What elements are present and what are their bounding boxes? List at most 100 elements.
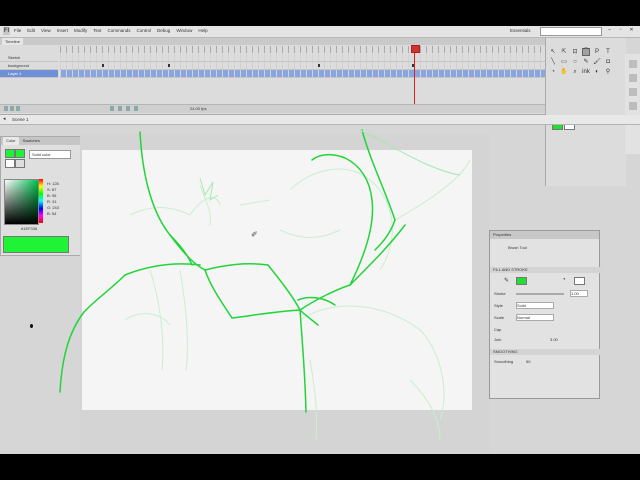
menu-insert[interactable]: Insert	[57, 28, 68, 33]
stroke-color-swatch[interactable]	[516, 277, 527, 285]
tab-swatches[interactable]: Swatches	[23, 137, 40, 145]
frame-row[interactable]	[60, 54, 545, 62]
ink-bottle-tool-icon[interactable]: ink	[582, 68, 590, 76]
tab-timeline[interactable]: Timeline	[2, 38, 23, 45]
subselection-tool-icon[interactable]: ⇱	[560, 48, 568, 56]
menu-modify[interactable]: Modify	[74, 28, 87, 33]
stroke-value[interactable]: 1.00	[570, 290, 588, 297]
playhead-handle[interactable]	[411, 45, 420, 53]
fill-stroke-section[interactable]: FILL AND STROKE	[490, 267, 602, 273]
zoom-tool-icon[interactable]: ⌕	[571, 68, 579, 76]
smoothing-section[interactable]: SMOOTHING	[490, 349, 602, 355]
color-picker-cursor	[30, 324, 33, 328]
pen-tool-icon[interactable]: P	[593, 48, 601, 56]
cap-label: Cap	[494, 327, 502, 332]
help-search-input[interactable]	[540, 27, 602, 36]
deco-tool-icon[interactable]: ◘	[604, 58, 612, 66]
style-select[interactable]: Solid	[516, 302, 554, 309]
swap-colors-icon[interactable]	[15, 159, 25, 168]
menu-view[interactable]: View	[41, 28, 51, 33]
hand-tool-icon[interactable]: ✋	[560, 68, 568, 76]
menu-help[interactable]: Help	[198, 28, 207, 33]
frame-rate-value[interactable]: 24.00 fps	[190, 106, 206, 111]
tool-name: Brush Tool	[508, 245, 527, 250]
center-frame-icon[interactable]	[110, 106, 114, 111]
panel-icon[interactable]	[628, 88, 637, 96]
layer-1[interactable]: Layer 1	[0, 70, 58, 78]
workspace-switcher[interactable]: Essentials	[510, 28, 531, 33]
rectangle-tool-icon[interactable]: ▭	[560, 58, 568, 66]
onion-skin-icon[interactable]	[118, 106, 122, 111]
fill-color-chip[interactable]	[15, 149, 25, 158]
new-folder-icon[interactable]	[10, 106, 14, 111]
menu-list: File Edit View Insert Modify Text Comman…	[14, 28, 208, 33]
color-picker-field[interactable]	[4, 179, 39, 225]
edit-bar: ◂ Scene 1	[0, 115, 640, 125]
frame-row[interactable]	[60, 70, 545, 78]
hue-slider[interactable]	[39, 179, 43, 223]
color-panel-tabs: Color Swatches	[1, 137, 81, 145]
bone-tool-icon[interactable]: ◔	[549, 68, 557, 76]
minimize-icon[interactable]: –	[606, 27, 613, 34]
new-layer-icon[interactable]	[4, 106, 8, 111]
scale-select[interactable]: Normal	[516, 314, 554, 321]
fill-color-swatch[interactable]	[574, 277, 585, 285]
keyframe-marker[interactable]	[168, 64, 170, 67]
lasso-tool-icon[interactable]: ⌒	[582, 48, 590, 56]
edit-multiple-icon[interactable]	[134, 106, 138, 111]
stage-canvas[interactable]	[82, 150, 472, 410]
timeline-tabs: Timeline	[0, 38, 545, 45]
smoothing-value[interactable]: 50	[526, 359, 530, 364]
scale-label: Scale	[494, 315, 505, 320]
frame-row[interactable]	[60, 62, 545, 70]
onion-outline-icon[interactable]	[126, 106, 130, 111]
hex-value[interactable]: #1EF336	[21, 226, 37, 231]
menu-text[interactable]: Text	[93, 28, 101, 33]
keyframe-marker[interactable]	[318, 64, 320, 67]
frame-grid[interactable]	[60, 54, 545, 78]
line-tool-icon[interactable]: ╲	[549, 58, 557, 66]
miter-value[interactable]: 3.00	[550, 337, 558, 342]
text-tool-icon[interactable]: T	[604, 48, 612, 56]
menu-edit[interactable]: Edit	[27, 28, 35, 33]
black-white-icon[interactable]	[5, 159, 15, 168]
layer-sketch[interactable]: Sketch	[0, 54, 58, 62]
playhead[interactable]	[411, 45, 420, 113]
menu-window[interactable]: Window	[176, 28, 192, 33]
menu-control[interactable]: Control	[137, 28, 152, 33]
panel-icon[interactable]	[628, 60, 637, 68]
stroke-slider[interactable]	[516, 293, 564, 295]
maximize-icon[interactable]: ▫	[617, 27, 624, 34]
oval-tool-icon[interactable]: ○	[571, 58, 579, 66]
menu-debug[interactable]: Debug	[157, 28, 170, 33]
blue-value[interactable]: B: 54	[47, 211, 59, 217]
color-panel: Color Swatches Solid color H: 128 S: 87 …	[0, 136, 82, 256]
brush-tool-icon[interactable]: 🖌	[593, 58, 601, 66]
close-icon[interactable]: ✕	[628, 27, 635, 34]
keyframe-marker[interactable]	[102, 64, 104, 67]
timeline-footer: 24.00 fps	[0, 104, 545, 113]
panel-icon[interactable]	[628, 74, 637, 82]
paint-bucket-tool-icon[interactable]: ◐	[593, 68, 601, 76]
back-arrow-icon[interactable]: ◂	[3, 116, 6, 122]
menu-file[interactable]: File	[14, 28, 21, 33]
selection-tool-icon[interactable]: ↖	[549, 48, 557, 56]
eyedropper-tool-icon[interactable]: ⚲	[604, 68, 612, 76]
collapsed-panel-icons	[625, 54, 640, 154]
pencil-tool-icon[interactable]: ✎	[582, 58, 590, 66]
free-transform-tool-icon[interactable]: ⊡	[571, 48, 579, 56]
tools-panel: ↖ ⇱ ⊡ ⌒ P T ╲ ▭ ○ ✎ 🖌 ◘ ◔ ✋ ⌕ ink ◐ ⚲	[545, 38, 626, 186]
frame-ruler[interactable]	[60, 46, 545, 53]
color-type-select[interactable]: Solid color	[29, 150, 71, 159]
scene-label[interactable]: Scene 1	[12, 117, 29, 122]
tab-color[interactable]: Color	[3, 137, 19, 145]
color-values: H: 128 S: 87 B: 95 R: 31 G: 243 B: 54	[47, 181, 59, 217]
join-label: Join	[494, 337, 502, 342]
stroke-label: Stroke	[494, 291, 506, 296]
window-controls: – ▫ ✕	[606, 27, 635, 34]
panel-icon[interactable]	[628, 102, 637, 110]
layer-background[interactable]: background	[0, 62, 58, 70]
stroke-color-chip[interactable]	[5, 149, 15, 158]
menu-commands[interactable]: Commands	[108, 28, 131, 33]
delete-layer-icon[interactable]	[16, 106, 20, 111]
